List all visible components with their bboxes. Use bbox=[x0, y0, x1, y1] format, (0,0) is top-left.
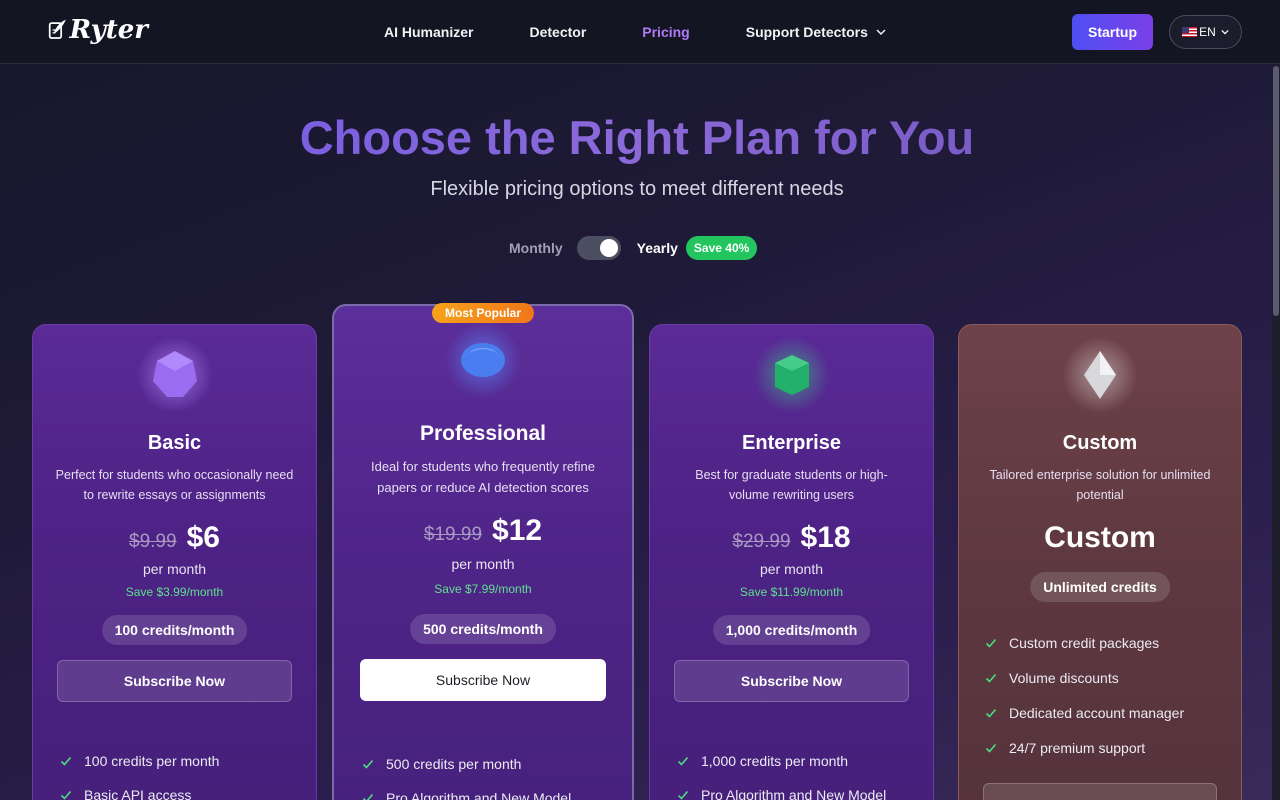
credits-pill: Unlimited credits bbox=[1030, 572, 1170, 602]
check-icon bbox=[60, 790, 72, 800]
startup-button[interactable]: Startup bbox=[1072, 14, 1153, 50]
check-icon bbox=[985, 673, 997, 683]
original-price: $29.99 bbox=[732, 531, 791, 552]
subscribe-button[interactable]: Subscribe Now bbox=[674, 660, 909, 702]
plan-card-custom: Custom Tailored enterprise solution for … bbox=[958, 324, 1242, 800]
logo-text: Ryter bbox=[69, 15, 148, 45]
nav-pricing[interactable]: Pricing bbox=[642, 24, 689, 40]
monthly-label[interactable]: Monthly bbox=[509, 240, 563, 256]
nav-support-detectors[interactable]: Support Detectors bbox=[746, 24, 886, 40]
plan-description: Best for graduate students or high-volum… bbox=[695, 468, 888, 502]
original-price: $9.99 bbox=[129, 531, 177, 552]
chevron-down-icon bbox=[876, 29, 886, 36]
feature-item: Custom credit packages bbox=[985, 635, 1159, 651]
page-title: Choose the Right Plan for You bbox=[299, 111, 975, 164]
plan-description: Perfect for students who occasionally ne… bbox=[55, 468, 294, 502]
subscribe-button[interactable]: Subscribe Now bbox=[57, 660, 292, 702]
check-icon bbox=[60, 756, 72, 766]
gem-icon bbox=[1060, 335, 1140, 415]
billing-toggle[interactable] bbox=[576, 236, 621, 260]
plan-card-enterprise: Enterprise Best for graduate students or… bbox=[649, 324, 934, 800]
credits-pill: 500 credits/month bbox=[410, 614, 556, 644]
check-icon bbox=[362, 759, 374, 769]
subscribe-button[interactable]: Subscribe Now bbox=[360, 659, 606, 701]
gem-icon bbox=[135, 335, 215, 415]
us-flag-icon bbox=[1182, 27, 1198, 37]
language-selector[interactable]: EN bbox=[1169, 15, 1242, 49]
check-icon bbox=[362, 793, 374, 800]
custom-price: Custom bbox=[1044, 521, 1156, 554]
feature-item: Volume discounts bbox=[985, 670, 1119, 686]
savings-text: Save $11.99/month bbox=[739, 585, 844, 599]
credits-pill: 100 credits/month bbox=[101, 615, 248, 645]
billing-toggle-group: Monthly Yearly Save 40% bbox=[509, 236, 758, 260]
feature-item: 1,000 credits per month bbox=[677, 753, 848, 769]
feature-item: 500 credits per month bbox=[362, 756, 521, 772]
check-icon bbox=[985, 743, 997, 753]
price-row: $19.99 $12 bbox=[334, 514, 632, 548]
price-period: per month bbox=[142, 561, 207, 577]
current-price: $18 bbox=[800, 521, 851, 554]
quill-logo-icon bbox=[48, 19, 66, 39]
nav-links: AI Humanizer Detector Pricing Support De… bbox=[384, 0, 942, 64]
gem-icon bbox=[443, 320, 523, 400]
plan-card-professional: Most Popular Professional Ideal for stud… bbox=[332, 303, 634, 800]
page-subtitle: Flexible pricing options to meet differe… bbox=[430, 178, 844, 200]
contact-sales-button[interactable] bbox=[983, 783, 1217, 800]
chevron-down-icon bbox=[1221, 29, 1229, 35]
price-period: per month bbox=[759, 561, 824, 577]
original-price: $19.99 bbox=[423, 524, 483, 545]
current-price: $12 bbox=[492, 514, 543, 547]
plan-description: Ideal for students who frequently refine… bbox=[370, 459, 596, 495]
ryter-logo[interactable]: Ryter bbox=[48, 6, 148, 54]
gem-icon bbox=[752, 335, 832, 415]
plan-name: Custom bbox=[1062, 432, 1138, 454]
save-badge: Save 40% bbox=[685, 236, 758, 260]
plan-description: Tailored enterprise solution for unlimit… bbox=[989, 468, 1211, 502]
savings-text: Save $3.99/month bbox=[125, 585, 224, 599]
feature-item: 24/7 premium support bbox=[985, 740, 1145, 756]
feature-item: Dedicated account manager bbox=[985, 705, 1184, 721]
price-period: per month bbox=[451, 556, 515, 572]
toggle-knob bbox=[599, 239, 618, 257]
check-icon bbox=[677, 790, 689, 800]
plan-name: Basic bbox=[147, 432, 202, 454]
current-price: $6 bbox=[186, 521, 220, 554]
feature-item: Pro Algorithm and New Model bbox=[677, 787, 886, 800]
credits-pill: 1,000 credits/month bbox=[712, 615, 871, 645]
plan-name: Enterprise bbox=[742, 432, 841, 454]
nav-ai-humanizer[interactable]: AI Humanizer bbox=[384, 24, 473, 40]
feature-item: 100 credits per month bbox=[60, 753, 219, 769]
feature-item: Basic API access bbox=[60, 787, 191, 800]
check-icon bbox=[677, 756, 689, 766]
language-label: EN bbox=[1199, 25, 1216, 39]
price-row: $9.99 $6 bbox=[33, 521, 316, 555]
plan-card-basic: Basic Perfect for students who occasiona… bbox=[32, 324, 317, 800]
check-icon bbox=[985, 638, 997, 648]
yearly-label[interactable]: Yearly bbox=[637, 240, 678, 256]
top-navbar: Ryter AI Humanizer Detector Pricing Supp… bbox=[0, 0, 1280, 64]
price-row: $29.99 $18 bbox=[650, 521, 933, 555]
check-icon bbox=[985, 708, 997, 718]
plan-name: Professional bbox=[419, 422, 547, 445]
feature-item: Pro Algorithm and New Model bbox=[362, 790, 571, 800]
savings-text: Save $7.99/month bbox=[434, 582, 532, 596]
nav-detector[interactable]: Detector bbox=[529, 24, 586, 40]
nav-support-detectors-label: Support Detectors bbox=[745, 24, 868, 40]
